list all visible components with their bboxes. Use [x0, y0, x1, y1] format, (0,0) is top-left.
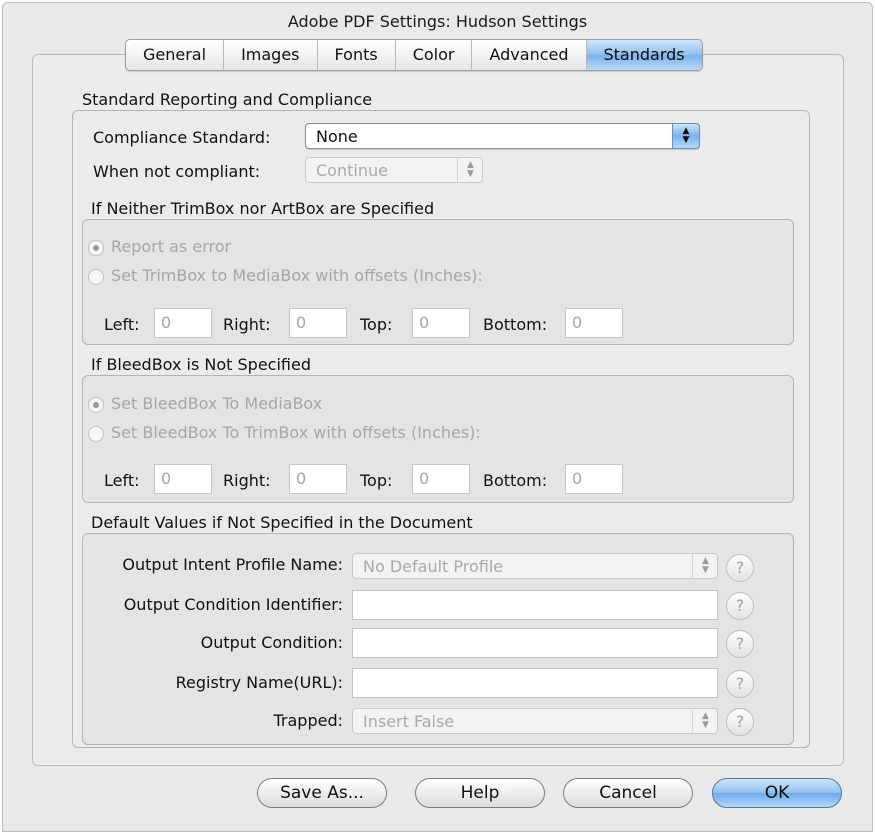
- report-error-label: Report as error: [111, 237, 232, 256]
- bleed-right-input[interactable]: 0: [289, 464, 347, 494]
- output-condition-input[interactable]: [352, 628, 718, 658]
- trim-left-input[interactable]: 0: [154, 308, 212, 338]
- bleed-media-radio[interactable]: [88, 397, 104, 413]
- reporting-section-title: Standard Reporting and Compliance: [82, 90, 373, 109]
- trim-bottom-input[interactable]: 0: [565, 308, 623, 338]
- bleed-top-input[interactable]: 0: [412, 464, 470, 494]
- cancel-button[interactable]: Cancel: [563, 778, 693, 808]
- trim-right-input[interactable]: 0: [289, 308, 347, 338]
- bleed-bottom-input[interactable]: 0: [565, 464, 623, 494]
- bleed-offsets-radio[interactable]: [88, 426, 104, 442]
- bleed-top-label: Top:: [360, 471, 393, 490]
- help-icon[interactable]: ?: [726, 708, 754, 736]
- output-condition-label: Output Condition:: [200, 633, 343, 652]
- intent-profile-select[interactable]: No Default Profile ▲ ▼: [352, 553, 718, 579]
- popup-arrows-icon: ▲ ▼: [692, 553, 718, 579]
- tab-standards[interactable]: Standards: [585, 40, 702, 70]
- trapped-select[interactable]: Insert False ▲ ▼: [352, 708, 718, 734]
- trim-right-label: Right:: [223, 315, 271, 334]
- trimbox-offsets-label: Set TrimBox to MediaBox with offsets (In…: [111, 266, 483, 285]
- trim-left-label: Left:: [104, 315, 140, 334]
- tab-images[interactable]: Images: [223, 40, 316, 70]
- trim-top-input[interactable]: 0: [412, 308, 470, 338]
- trim-bottom-label: Bottom:: [483, 315, 548, 334]
- bleed-left-label: Left:: [104, 471, 140, 490]
- tab-advanced[interactable]: Advanced: [471, 40, 585, 70]
- condition-identifier-label: Output Condition Identifier:: [123, 595, 343, 614]
- not-compliant-label: When not compliant:: [93, 162, 261, 181]
- bleed-bottom-label: Bottom:: [483, 471, 548, 490]
- tab-bar: General Images Fonts Color Advanced Stan…: [125, 39, 703, 71]
- help-icon[interactable]: ?: [726, 554, 754, 582]
- defaults-section-title: Default Values if Not Specified in the D…: [91, 513, 473, 532]
- ok-button[interactable]: OK: [712, 778, 842, 808]
- intent-profile-value: No Default Profile: [363, 557, 504, 576]
- report-error-radio[interactable]: [88, 240, 104, 256]
- popup-arrows-icon: ▲ ▼: [692, 708, 718, 734]
- popup-arrows-icon: ▲ ▼: [672, 123, 700, 149]
- bleed-offsets-label: Set BleedBox To TrimBox with offsets (In…: [111, 423, 481, 442]
- trapped-value: Insert False: [363, 712, 455, 731]
- condition-identifier-input[interactable]: [352, 590, 718, 620]
- compliance-standard-select[interactable]: None ▲ ▼: [305, 123, 700, 149]
- registry-name-input[interactable]: [352, 668, 718, 698]
- tab-fonts[interactable]: Fonts: [316, 40, 395, 70]
- not-compliant-select[interactable]: Continue ▲ ▼: [305, 157, 483, 183]
- bleed-media-label: Set BleedBox To MediaBox: [111, 394, 323, 413]
- not-compliant-value: Continue: [316, 161, 388, 180]
- tab-general[interactable]: General: [126, 40, 223, 70]
- bleed-left-input[interactable]: 0: [154, 464, 212, 494]
- trimbox-section-title: If Neither TrimBox nor ArtBox are Specif…: [91, 199, 435, 218]
- registry-name-label: Registry Name(URL):: [175, 673, 343, 692]
- compliance-standard-label: Compliance Standard:: [93, 128, 271, 147]
- trapped-label: Trapped:: [273, 711, 343, 730]
- trimbox-offsets-radio[interactable]: [88, 269, 104, 285]
- help-icon[interactable]: ?: [726, 592, 754, 620]
- save-as-button[interactable]: Save As...: [257, 778, 387, 808]
- popup-arrows-icon: ▲ ▼: [457, 157, 483, 183]
- window-title: Adobe PDF Settings: Hudson Settings: [287, 12, 588, 31]
- help-icon[interactable]: ?: [726, 630, 754, 658]
- help-button[interactable]: Help: [415, 778, 545, 808]
- bleedbox-section-title: If BleedBox is Not Specified: [91, 355, 311, 374]
- compliance-standard-value: None: [316, 127, 358, 146]
- tab-color[interactable]: Color: [394, 40, 472, 70]
- bleed-right-label: Right:: [223, 471, 271, 490]
- intent-profile-label: Output Intent Profile Name:: [122, 555, 343, 574]
- trim-top-label: Top:: [360, 315, 393, 334]
- help-icon[interactable]: ?: [726, 670, 754, 698]
- pdf-settings-window: Adobe PDF Settings: Hudson Settings Gene…: [2, 2, 873, 832]
